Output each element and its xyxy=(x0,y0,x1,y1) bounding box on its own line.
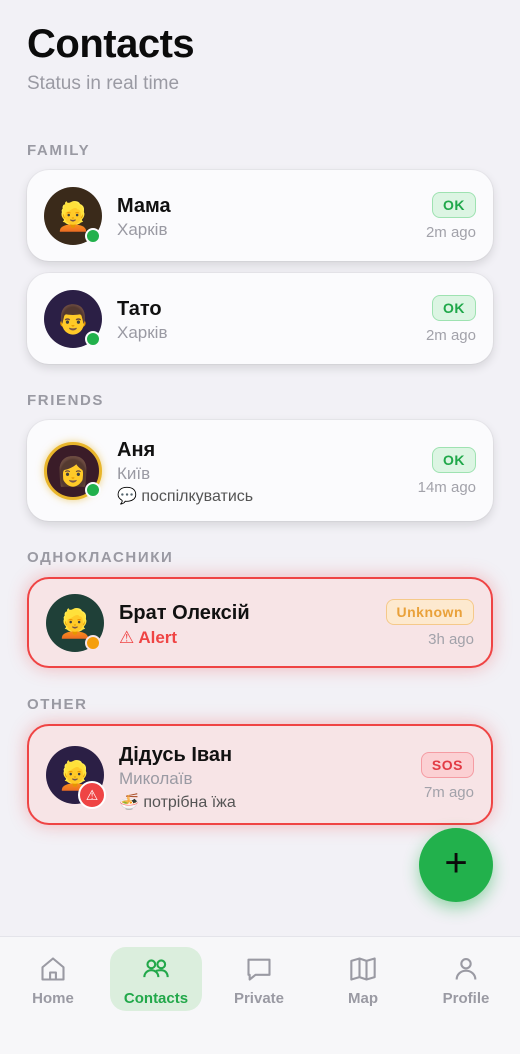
section-label-friends: FRIENDS xyxy=(27,392,105,409)
home-icon xyxy=(41,957,65,981)
contact-name: Аня xyxy=(117,439,156,461)
tab-map[interactable]: Map xyxy=(317,947,409,1011)
tab-label: Private xyxy=(233,990,285,1007)
status-badge: OK xyxy=(432,447,476,473)
page-header: Contacts Status in real time xyxy=(27,22,195,95)
contact-name: Мама xyxy=(117,195,171,217)
contact-name: Брат Олексій xyxy=(119,602,250,624)
tab-contacts[interactable]: Contacts xyxy=(110,947,202,1011)
contact-city: Харків xyxy=(117,220,168,239)
last-seen-time: 14m ago xyxy=(417,479,476,496)
contact-note: 🍜 потрібна їжа xyxy=(119,794,236,811)
tab-label: Map xyxy=(348,990,378,1007)
contacts-icon xyxy=(143,959,169,978)
contact-note: 💬 поспілкуватись xyxy=(117,488,254,505)
section-label-other: OTHER xyxy=(27,696,88,713)
bottom-tab-bar: Home Contacts Private Map Profile xyxy=(0,936,520,1054)
add-contact-button[interactable]: + xyxy=(419,828,493,902)
last-seen-time: 3h ago xyxy=(428,631,474,648)
avatar-emoji: 👩 xyxy=(55,455,91,487)
contact-card-tato[interactable]: 👨 Тато Харків OK 2m ago xyxy=(27,273,493,364)
contact-city: Харків xyxy=(117,323,168,342)
status-badge: OK xyxy=(432,192,476,218)
contact-card-mama[interactable]: 👱 Мама Харків OK 2m ago xyxy=(27,170,493,261)
status-badge: SOS xyxy=(420,752,474,778)
contact-city: Київ xyxy=(117,464,151,483)
online-status-dot xyxy=(85,331,101,347)
online-status-dot xyxy=(85,482,101,498)
tab-label: Home xyxy=(32,990,74,1007)
avatar-emoji: 👱 xyxy=(55,200,91,232)
page-title: Contacts xyxy=(27,22,195,66)
tab-profile[interactable]: Profile xyxy=(420,947,512,1011)
last-seen-time: 2m ago xyxy=(425,327,476,344)
tab-label: Profile xyxy=(442,990,490,1007)
online-status-dot xyxy=(85,228,101,244)
contact-city: Миколаїв xyxy=(119,769,193,788)
unknown-status-dot xyxy=(85,635,101,651)
section-label-classmates: ОДНОКЛАСНИКИ xyxy=(27,549,174,566)
contact-name: Дідусь Іван xyxy=(119,744,233,766)
contact-card-grandpa[interactable]: 👱 ⚠ Дідусь Іван Миколаїв 🍜 потрібна їжа … xyxy=(27,724,493,825)
status-badge: Unknown xyxy=(385,599,474,625)
avatar-emoji: 👨 xyxy=(55,303,91,335)
alert-label: ⚠ Alert xyxy=(119,628,178,647)
avatar-emoji: 👱 xyxy=(57,607,93,639)
plus-icon: + xyxy=(444,841,468,885)
warning-icon: ⚠ xyxy=(78,781,106,809)
contact-card-brother[interactable]: 👱 Брат Олексій ⚠ Alert Unknown 3h ago xyxy=(27,577,493,668)
contact-card-anya[interactable]: 👩 Аня Київ 💬 поспілкуватись OK 14m ago xyxy=(27,420,493,521)
tab-label: Contacts xyxy=(123,990,189,1007)
status-badge: OK xyxy=(432,295,476,321)
section-label-family: FAMILY xyxy=(27,142,91,159)
last-seen-time: 2m ago xyxy=(425,224,476,241)
tab-home[interactable]: Home xyxy=(7,947,99,1011)
tab-private[interactable]: Private xyxy=(213,947,305,1011)
last-seen-time: 7m ago xyxy=(423,784,474,801)
page-subtitle: Status in real time xyxy=(27,73,180,94)
profile-icon xyxy=(455,958,477,980)
map-icon xyxy=(350,957,376,981)
contact-name: Тато xyxy=(117,298,162,320)
chat-icon xyxy=(247,958,271,981)
